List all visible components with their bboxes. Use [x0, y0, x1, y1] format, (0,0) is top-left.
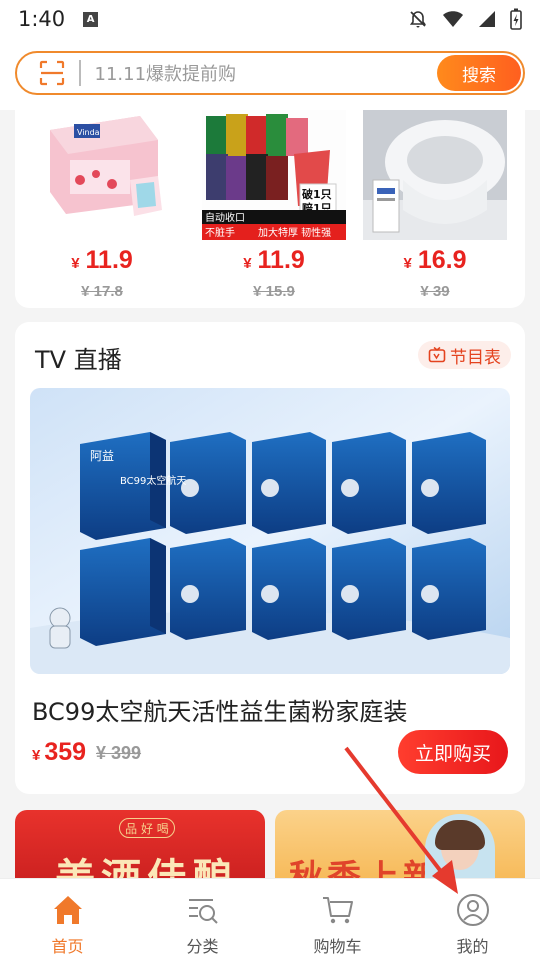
search-input[interactable]: 11.11爆款提前购: [95, 60, 237, 86]
schedule-button[interactable]: 节目表: [418, 341, 511, 369]
product-item[interactable]: 破1只 赔1只 自动收口 不脏手 加大特厚 韧性强 ¥11.9 ¥ 15.9: [202, 110, 346, 300]
schedule-label: 节目表: [450, 347, 501, 368]
tv-live-card: TV 直播 节目表 阿益 BC99太空航天 BC99太空航天活性益生菌粉家庭装 …: [15, 322, 525, 794]
home-icon: [53, 896, 82, 924]
signal-icon: [479, 11, 495, 27]
product-original-price: ¥ 15.9: [253, 283, 295, 300]
status-icons: [408, 8, 522, 30]
nav-item-category[interactable]: 分类: [135, 879, 270, 960]
category-search-icon: [188, 899, 218, 924]
badge-text: 不脏手: [205, 226, 235, 239]
product-original-price: ¥ 39: [420, 283, 450, 300]
banner-box-text: BC99太空航天: [120, 474, 186, 487]
tv-product-original-price: ¥ 399: [96, 743, 142, 763]
scan-icon[interactable]: [39, 60, 65, 86]
nav-item-cart[interactable]: 购物车: [270, 879, 405, 960]
status-time: 1:40: [18, 7, 66, 31]
product-image-seat-cover[interactable]: [363, 110, 507, 240]
buy-now-button[interactable]: 立即购买: [398, 730, 508, 774]
product-item[interactable]: Vinda ¥11.9 ¥ 17.8: [30, 110, 174, 300]
astronaut-illustration: [49, 607, 71, 649]
battery-charging-icon: [510, 8, 522, 30]
search-box[interactable]: 11.11爆款提前购 搜索: [15, 51, 525, 95]
product-item[interactable]: ¥16.9 ¥ 39: [363, 110, 507, 300]
bottom-nav: 首页 分类 购物车 我的: [0, 878, 540, 960]
banner-brand: 阿益: [90, 449, 114, 463]
search-header: 11.11爆款提前购 搜索: [0, 38, 540, 110]
nav-label: 购物车: [313, 937, 362, 956]
svg-text:Vinda: Vinda: [77, 128, 100, 137]
product-price: ¥11.9: [71, 246, 133, 274]
badge-text: 加大特厚 韧性强: [258, 226, 331, 239]
tv-live-title: TV 直播: [35, 346, 122, 374]
product-image-tissue[interactable]: Vinda: [30, 110, 174, 240]
nav-label: 首页: [51, 937, 84, 956]
nav-label: 我的: [456, 937, 489, 956]
profile-icon: [456, 894, 489, 926]
search-button[interactable]: 搜索: [437, 55, 521, 91]
product-image-garbage-bags[interactable]: 破1只 赔1只 自动收口 不脏手 加大特厚 韧性强: [202, 110, 346, 240]
product-price: ¥16.9: [403, 246, 467, 274]
product-original-price: ¥ 17.8: [81, 283, 123, 300]
wifi-icon: [443, 11, 463, 27]
cart-icon: [322, 897, 353, 924]
badge-text: 自动收口: [205, 211, 245, 224]
status-bar: 1:40 A: [0, 0, 540, 38]
do-not-disturb-icon: [409, 11, 427, 28]
badge-text: 破1只: [302, 187, 332, 201]
tv-live-banner[interactable]: 阿益 BC99太空航天: [30, 388, 510, 674]
product-list-card: Vinda ¥11.9 ¥ 17.8 破1只 赔1只 自动收口 不脏手 加大特厚…: [15, 110, 525, 308]
tv-product-price: ¥359: [32, 738, 87, 766]
nav-item-home[interactable]: 首页: [0, 879, 135, 960]
nav-item-profile[interactable]: 我的: [405, 879, 540, 960]
search-divider: [79, 60, 81, 86]
a-notification-icon: A: [83, 11, 99, 27]
tv-icon: [428, 346, 446, 363]
promo-sub-label: 品 好 喝: [119, 818, 175, 838]
tv-product-title[interactable]: BC99太空航天活性益生菌粉家庭装: [32, 692, 407, 727]
product-price: ¥11.9: [243, 246, 305, 274]
nav-label: 分类: [186, 937, 219, 956]
